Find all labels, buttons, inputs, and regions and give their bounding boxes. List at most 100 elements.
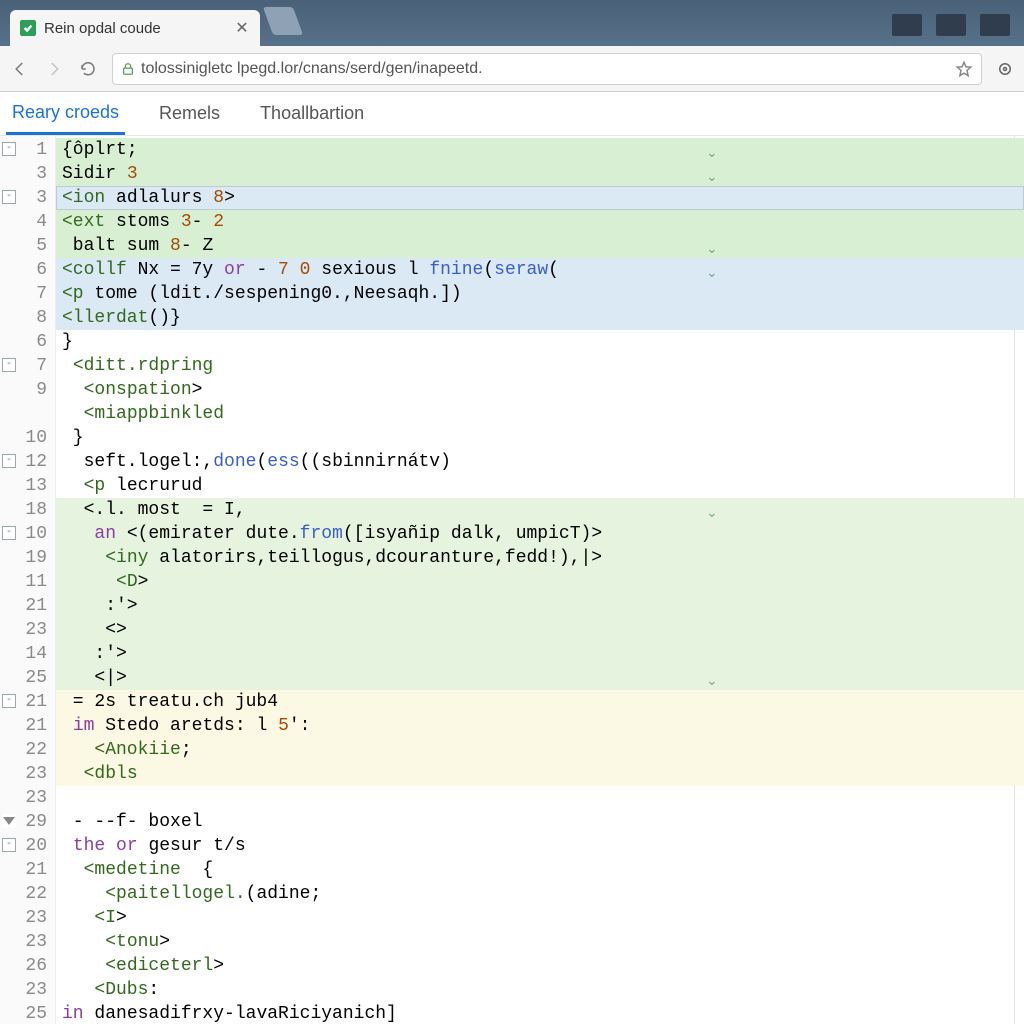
code-line[interactable]: Sidir 3⌄: [56, 162, 1024, 186]
line-number: 21: [0, 714, 47, 738]
favicon: [20, 20, 36, 36]
line-number-gutter: 1-33-4567867-91012-131810-19112123142521…: [0, 136, 56, 1024]
fold-box-icon[interactable]: -: [2, 454, 16, 468]
code-line[interactable]: {ôplrt;⌄: [56, 138, 1024, 162]
line-number: 3-: [0, 186, 47, 210]
tab-close-icon[interactable]: ✕: [234, 20, 250, 36]
code-line[interactable]: <tonu>: [56, 930, 1024, 954]
code-line[interactable]: <paitellogel.(adine;: [56, 882, 1024, 906]
fold-box-icon[interactable]: -: [2, 694, 16, 708]
line-number: 7-: [0, 354, 47, 378]
browser-tab[interactable]: Rein opdal coude ✕: [10, 10, 260, 46]
subtab-thoallbartion[interactable]: Thoallbartion: [254, 92, 370, 135]
code-line[interactable]: <ditt.rdpring: [56, 354, 1024, 378]
line-number: 10: [0, 426, 47, 450]
fold-box-icon[interactable]: -: [2, 142, 16, 156]
bookmark-star-icon[interactable]: [955, 60, 973, 78]
browser-toolbar: tolossinigletc lpegd.lor/cnans/serd/gen/…: [0, 46, 1024, 92]
line-number: 6: [0, 330, 47, 354]
line-number: 14: [0, 642, 47, 666]
address-bar[interactable]: tolossinigletc lpegd.lor/cnans/serd/gen/…: [112, 53, 982, 85]
code-line[interactable]: <collf Nx = 7y or - 7 0 sexious l fnine(…: [56, 258, 1024, 282]
code-line[interactable]: <D>: [56, 570, 1024, 594]
line-number: 26: [0, 954, 47, 978]
code-line[interactable]: balt sum 8- Z⌄: [56, 234, 1024, 258]
code-line[interactable]: the or gesur t/s: [56, 834, 1024, 858]
line-number: 8: [0, 306, 47, 330]
line-number: 6: [0, 258, 47, 282]
window-settings[interactable]: [980, 14, 1010, 36]
fold-triangle-icon[interactable]: [2, 814, 16, 828]
line-number: 4: [0, 210, 47, 234]
line-number: 7: [0, 282, 47, 306]
back-button[interactable]: [10, 59, 30, 79]
fold-box-icon[interactable]: -: [2, 526, 16, 540]
code-editor[interactable]: 1-33-4567867-91012-131810-19112123142521…: [0, 136, 1024, 1024]
code-line[interactable]: }: [56, 330, 1024, 354]
forward-button[interactable]: [44, 59, 64, 79]
code-line[interactable]: <ion adlalurs 8>: [56, 186, 1024, 210]
code-line[interactable]: seft.logel:,done(ess((sbinnirnátv): [56, 450, 1024, 474]
window-controls: [892, 14, 1024, 46]
line-number: 23: [0, 978, 47, 1002]
code-line[interactable]: <p tome (ldit./sespening0.,Neesaqh.]): [56, 282, 1024, 306]
code-line[interactable]: <medetine {: [56, 858, 1024, 882]
code-line[interactable]: <llerdat()}: [56, 306, 1024, 330]
page-subtabs: Reary croeds Remels Thoallbartion: [0, 92, 1024, 136]
line-number: 25: [0, 1002, 47, 1026]
line-number: 1-: [0, 138, 47, 162]
line-number: 20-: [0, 834, 47, 858]
line-number: 21: [0, 858, 47, 882]
line-number: 23: [0, 786, 47, 810]
line-number: 23: [0, 762, 47, 786]
code-line[interactable]: <ediceterl>: [56, 954, 1024, 978]
line-number: 23: [0, 618, 47, 642]
url-text[interactable]: tolossinigletc lpegd.lor/cnans/serd/gen/…: [141, 60, 949, 78]
code-line[interactable]: <|>⌄: [56, 666, 1024, 690]
code-line[interactable]: }: [56, 426, 1024, 450]
line-number: 29: [0, 810, 47, 834]
new-tab-button[interactable]: [263, 7, 303, 35]
line-number: 3: [0, 162, 47, 186]
code-line[interactable]: :'>: [56, 594, 1024, 618]
code-line[interactable]: an <(emirater dute.from([isyañip dalk, u…: [56, 522, 1024, 546]
code-line[interactable]: <>: [56, 618, 1024, 642]
code-line[interactable]: <p lecrurud: [56, 474, 1024, 498]
code-line[interactable]: = 2s treatu.ch jub4: [56, 690, 1024, 714]
code-line[interactable]: in danesadifrxy-lavaRiciyanich]: [56, 1002, 1024, 1026]
code-line[interactable]: <ext stoms 3- 2: [56, 210, 1024, 234]
code-line[interactable]: - --f- boxel: [56, 810, 1024, 834]
line-number: 21: [0, 594, 47, 618]
line-number: 18: [0, 498, 47, 522]
fold-box-icon[interactable]: -: [2, 838, 16, 852]
line-number: 21-: [0, 690, 47, 714]
code-line[interactable]: <Dubs:: [56, 978, 1024, 1002]
code-line[interactable]: <Anokiie;: [56, 738, 1024, 762]
code-line[interactable]: im Stedo aretds: l 5':: [56, 714, 1024, 738]
code-line[interactable]: <.l. most = I,⌄: [56, 498, 1024, 522]
code-line[interactable]: [56, 786, 1024, 810]
code-line[interactable]: <dbls: [56, 762, 1024, 786]
browser-titlebar: Rein opdal coude ✕: [0, 0, 1024, 46]
line-number: 11: [0, 570, 47, 594]
fold-box-icon[interactable]: -: [2, 358, 16, 372]
code-column[interactable]: {ôplrt;⌄Sidir 3⌄<ion adlalurs 8><ext sto…: [56, 136, 1024, 1024]
line-number: 5: [0, 234, 47, 258]
subtab-remels[interactable]: Remels: [153, 92, 226, 135]
code-line[interactable]: <miappbinkled: [56, 402, 1024, 426]
fold-box-icon[interactable]: -: [2, 190, 16, 204]
site-lock-icon: [121, 62, 135, 76]
code-line[interactable]: <onspation>: [56, 378, 1024, 402]
line-number: 19: [0, 546, 47, 570]
subtab-reary-croeds[interactable]: Reary croeds: [6, 92, 125, 135]
code-line[interactable]: <iny alatorirs,teillogus,dcouranture,fed…: [56, 546, 1024, 570]
reload-button[interactable]: [78, 59, 98, 79]
tab-title: Rein opdal coude: [44, 20, 226, 37]
code-line[interactable]: :'>: [56, 642, 1024, 666]
line-number: 22: [0, 738, 47, 762]
menu-gear-icon[interactable]: [996, 60, 1014, 78]
code-line[interactable]: <I>: [56, 906, 1024, 930]
window-maximize[interactable]: [936, 14, 966, 36]
line-number: 12-: [0, 450, 47, 474]
window-minimize[interactable]: [892, 14, 922, 36]
